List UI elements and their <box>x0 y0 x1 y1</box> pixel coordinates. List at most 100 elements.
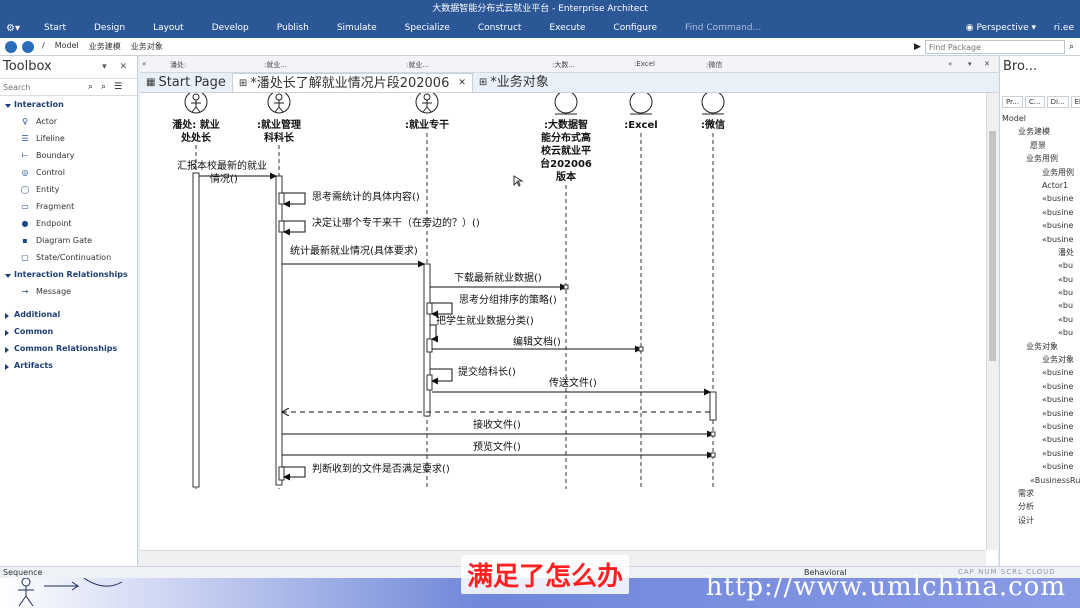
tree-item[interactable]: 分析 <box>1000 500 1080 513</box>
tree-item[interactable]: Model <box>1000 112 1080 125</box>
menu-execute[interactable]: Execute <box>535 18 599 38</box>
message-label[interactable]: 把学生就业数据分类() <box>436 314 534 327</box>
tree-item[interactable]: 潘处 <box>1000 246 1080 259</box>
sequence-diagram[interactable]: 潘处: 就业 处处长 :就业管理 科科长 :就业专干 :大数据智 能分布式高 校… <box>140 93 986 550</box>
tool-fragment[interactable]: ▭ Fragment <box>0 198 137 215</box>
close-icon[interactable]: ✕ <box>984 60 990 68</box>
panel-controls[interactable]: ▾ ✕ <box>102 56 132 78</box>
message-label[interactable]: 传送文件() <box>549 376 597 389</box>
tree-item[interactable]: «bu <box>1000 286 1080 299</box>
tree-item[interactable]: 业务用例 <box>1000 166 1080 179</box>
tab-start-page[interactable]: ▦ Start Page <box>140 73 232 92</box>
close-tab-icon[interactable]: ✕ <box>458 74 466 93</box>
tree-item[interactable]: «busine <box>1000 447 1080 460</box>
lifeline-name[interactable]: 潘处: 就业 <box>172 118 219 131</box>
section-common-relationships[interactable]: Common Relationships <box>0 340 137 357</box>
message-label[interactable]: 统计最新就业情况(具体要求) <box>290 244 418 257</box>
tree-item[interactable]: 业务对象 <box>1000 353 1080 366</box>
section-additional[interactable]: Additional <box>0 306 137 323</box>
scroll-thumb[interactable] <box>989 131 996 361</box>
lifeline-name[interactable]: :微信 <box>701 118 725 131</box>
breadcrumb-model[interactable]: Model <box>55 41 79 52</box>
tool-boundary[interactable]: ⊢ Boundary <box>0 147 137 164</box>
tree-item[interactable]: Actor1 <box>1000 179 1080 192</box>
message-label[interactable]: 预览文件() <box>473 440 521 453</box>
menu-construct[interactable]: Construct <box>464 18 536 38</box>
lifeline-name[interactable]: 校云就业平 <box>541 144 591 157</box>
tree-item[interactable]: «bu <box>1000 299 1080 312</box>
menu-start[interactable]: Start <box>30 18 80 38</box>
tab-business-objects[interactable]: ⊞ *业务对象 <box>473 73 555 92</box>
app-logo-icon[interactable]: ⚙▾ <box>0 23 30 34</box>
message-label[interactable]: 思考分组排序的策略() <box>459 293 557 306</box>
dropdown-icon[interactable]: ▾ <box>968 60 972 68</box>
tree-item[interactable]: «busine <box>1000 206 1080 219</box>
tree-item[interactable]: «busine <box>1000 460 1080 473</box>
message-label[interactable]: 编辑文档() <box>513 335 561 348</box>
breadcrumb-business-objects[interactable]: 业务对象 <box>131 41 163 52</box>
tree-item[interactable]: «busine <box>1000 192 1080 205</box>
browser-tab[interactable]: Pr... <box>1002 96 1024 108</box>
tree-item[interactable]: «bu <box>1000 313 1080 326</box>
message-label[interactable]: 提交给科长() <box>458 365 516 378</box>
tree-item[interactable]: 需求 <box>1000 487 1080 500</box>
forward-icon[interactable] <box>22 40 34 53</box>
lane-label[interactable]: :大数... <box>552 60 575 70</box>
menu-simulate[interactable]: Simulate <box>323 18 391 38</box>
tool-entity[interactable]: ◯ Entity <box>0 181 137 198</box>
lane-label[interactable]: :就业... <box>406 60 429 70</box>
message-label[interactable]: 汇报本校最新的就业 <box>177 159 267 172</box>
message-label[interactable]: 决定让哪个专干来干（在旁边的？）() <box>312 216 480 229</box>
tree-item[interactable]: 设计 <box>1000 514 1080 527</box>
menu-specialize[interactable]: Specialize <box>391 18 464 38</box>
play-icon[interactable]: ▶ <box>914 42 921 52</box>
search-icon[interactable]: ⌕ <box>88 82 93 92</box>
lifeline-name[interactable]: :大数据智 <box>544 118 588 131</box>
find-command-input[interactable]: Find Command... <box>685 23 835 33</box>
lifeline-name[interactable]: :就业专干 <box>405 118 449 131</box>
section-artifacts[interactable]: Artifacts <box>0 357 137 374</box>
breadcrumb-business-modeling[interactable]: 业务建模 <box>89 41 121 52</box>
menu-publish[interactable]: Publish <box>263 18 323 38</box>
tree-item[interactable]: «busine <box>1000 380 1080 393</box>
lifeline-name[interactable]: :Excel <box>624 120 657 131</box>
message-label[interactable]: 接收文件() <box>473 418 521 431</box>
back-icon[interactable] <box>5 40 17 53</box>
breadcrumb-root[interactable]: / <box>42 41 45 52</box>
message-label[interactable]: 下载最新就业数据() <box>454 271 542 284</box>
tree-item[interactable]: «busine <box>1000 407 1080 420</box>
section-common[interactable]: Common <box>0 323 137 340</box>
tool-actor[interactable]: ♀ Actor <box>0 113 137 130</box>
user-label[interactable]: ri.ee <box>1054 18 1074 38</box>
tree-item[interactable]: «bu <box>1000 273 1080 286</box>
lane-label[interactable]: :就业... <box>264 60 287 70</box>
nav-left-icon[interactable]: « <box>948 60 952 68</box>
tool-state[interactable]: ▢ State/Continuation <box>0 249 137 266</box>
section-interaction[interactable]: Interaction <box>0 96 137 113</box>
tab-sequence-diagram[interactable]: ⊞ *潘处长了解就业情况片段202006 ✕ <box>231 73 473 93</box>
message-label[interactable]: 判断收到的文件是否满足要求() <box>312 462 450 475</box>
toolbox-search-input[interactable] <box>0 82 82 92</box>
lane-label[interactable]: :微信 <box>706 60 722 70</box>
lifeline-name[interactable]: :就业管理 <box>257 118 301 131</box>
browser-tab[interactable]: C... <box>1025 96 1045 108</box>
perspective-button[interactable]: ◉ Perspective ▾ <box>966 18 1036 38</box>
tree-item[interactable]: «busine <box>1000 233 1080 246</box>
lifeline-name[interactable]: 处处长 <box>180 131 212 144</box>
tree-item[interactable]: 愿景 <box>1000 139 1080 152</box>
search-icon[interactable]: ⌕ <box>101 82 106 92</box>
tree-item[interactable]: «busine <box>1000 366 1080 379</box>
vertical-scrollbar[interactable] <box>986 93 998 550</box>
lane-label[interactable]: 潘处: <box>170 60 186 70</box>
diagram-canvas[interactable]: 潘处: 就业 处处长 :就业管理 科科长 :就业专干 :大数据智 能分布式高 校… <box>140 93 986 550</box>
tool-endpoint[interactable]: ● Endpoint <box>0 215 137 232</box>
message-label[interactable]: 情况() <box>210 172 238 185</box>
find-package-input[interactable] <box>924 40 1065 54</box>
menu-icon[interactable]: ☰ <box>114 82 122 92</box>
lifeline-name[interactable]: 台202006 <box>540 157 592 170</box>
tool-diagram-gate[interactable]: ▪ Diagram Gate <box>0 232 137 249</box>
lifeline-name[interactable]: 科科长 <box>264 131 295 144</box>
tree-item[interactable]: «busine <box>1000 393 1080 406</box>
message-label[interactable]: 思考需统计的具体内容() <box>312 190 420 203</box>
menu-develop[interactable]: Develop <box>198 18 263 38</box>
